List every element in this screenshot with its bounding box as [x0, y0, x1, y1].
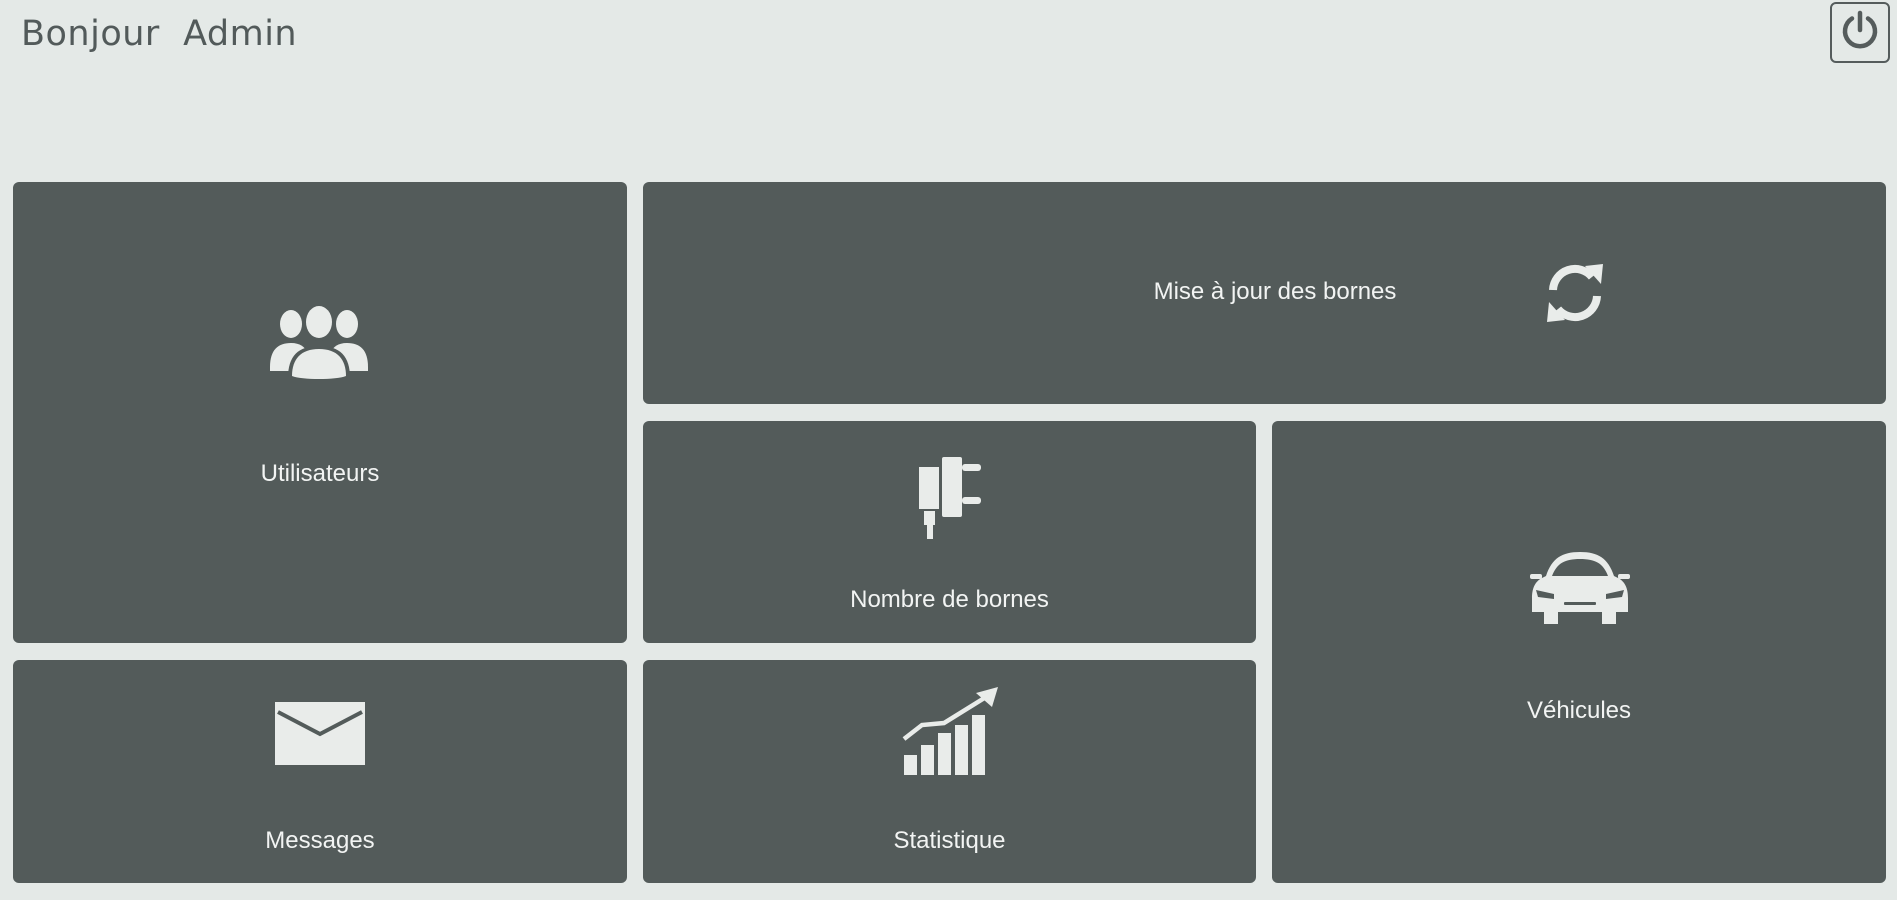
tile-vehicules[interactable]: Véhicules [1272, 421, 1886, 883]
tile-vehicules-label: Véhicules [1526, 697, 1632, 724]
envelope-icon [275, 702, 365, 766]
tile-bornes-label: Nombre de bornes [850, 586, 1049, 613]
tile-nombre-bornes[interactable]: Nombre de bornes [643, 421, 1256, 643]
tile-messages-label: Messages [265, 827, 375, 854]
refresh-icon [1543, 262, 1607, 324]
page-title: Bonjour Admin [21, 14, 298, 54]
tile-users[interactable]: Utilisateurs [13, 182, 627, 643]
tile-users-label: Utilisateurs [260, 460, 380, 487]
car-icon [1530, 546, 1630, 626]
users-icon [270, 304, 368, 380]
tile-statistique-label: Statistique [893, 827, 1006, 854]
power-icon [1839, 9, 1881, 56]
logout-button[interactable] [1830, 2, 1890, 63]
tile-messages[interactable]: Messages [13, 660, 627, 883]
tile-update-bornes[interactable]: Mise à jour des bornes [643, 182, 1886, 404]
growth-chart-icon [902, 687, 1002, 777]
charger-plug-icon [917, 457, 983, 541]
tile-update-label: Mise à jour des bornes [1153, 278, 1397, 305]
tile-statistique[interactable]: Statistique [643, 660, 1256, 883]
